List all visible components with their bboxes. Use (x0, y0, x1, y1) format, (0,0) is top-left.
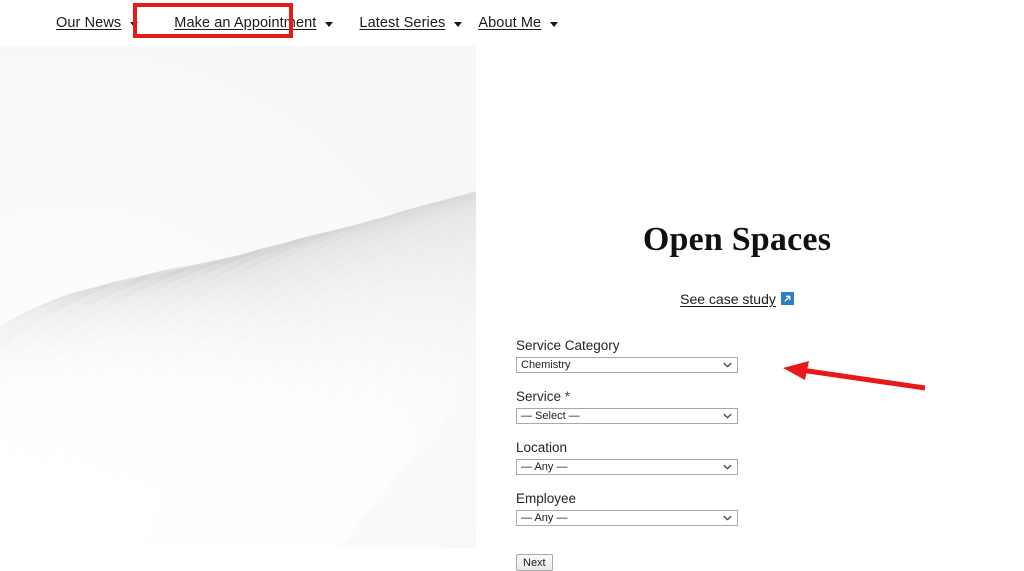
chevron-down-icon[interactable] (325, 21, 334, 27)
chevron-down-icon (723, 412, 732, 421)
chevron-down-icon[interactable] (550, 21, 559, 27)
chevron-down-icon (723, 463, 732, 472)
select-value: — Select — (521, 410, 580, 422)
see-case-study-link[interactable]: See case study (476, 291, 998, 309)
field-service-category: Service Category Chemistry (516, 338, 746, 373)
field-label: Employee (516, 491, 577, 506)
nav-item-label: About Me (478, 15, 542, 31)
nav-item-label: Latest Series (359, 15, 446, 31)
next-button[interactable]: Next (516, 554, 553, 571)
chevron-down-icon[interactable] (454, 21, 463, 27)
select-value: — Any — (521, 512, 568, 524)
hero-image (0, 46, 476, 548)
nav-item-label: Our News (56, 15, 122, 31)
chevron-down-icon[interactable] (130, 21, 139, 27)
chevron-down-icon (723, 361, 732, 370)
main-content: Open Spaces See case study Service Categ… (476, 46, 1024, 571)
field-location: Location — Any — (516, 440, 746, 475)
select-value: Chemistry (521, 359, 571, 371)
nav-item-label: Make an Appointment (174, 15, 317, 31)
field-label: Service * (516, 389, 746, 405)
location-select[interactable]: — Any — (516, 459, 738, 475)
field-label-text: Service (516, 389, 565, 404)
field-employee: Employee — Any — (516, 491, 746, 526)
service-select[interactable]: — Select — (516, 408, 738, 424)
top-navigation: Our News Make an Appointment Latest Seri… (0, 0, 1024, 46)
field-label: Service Category (516, 338, 620, 353)
appointment-booking-form: Service Category Chemistry Service * — S… (516, 338, 746, 571)
nav-item-latest-series[interactable]: Latest Series (359, 15, 463, 31)
nav-item-about-me[interactable]: About Me (478, 15, 559, 31)
see-case-study-label: See case study (680, 291, 776, 307)
chevron-down-icon (723, 514, 732, 523)
field-service: Service * — Select — (516, 389, 746, 424)
employee-select[interactable]: — Any — (516, 510, 738, 526)
nav-item-make-an-appointment[interactable]: Make an Appointment (160, 15, 347, 31)
required-asterisk: * (564, 389, 571, 404)
field-label: Location (516, 440, 568, 455)
nav-item-our-news[interactable]: Our News (56, 15, 139, 31)
select-value: — Any — (521, 461, 568, 473)
page-title: Open Spaces (642, 221, 832, 258)
service-category-select[interactable]: Chemistry (516, 357, 738, 373)
external-link-icon[interactable] (780, 292, 794, 305)
